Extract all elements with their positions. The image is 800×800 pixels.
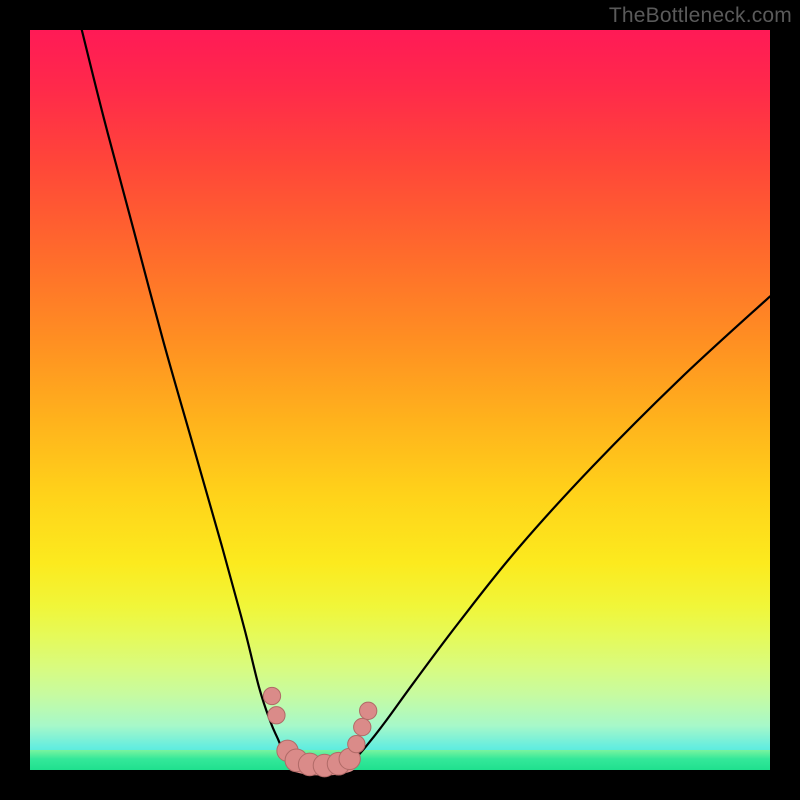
- data-marker: [268, 707, 285, 724]
- curve-left-branch: [82, 30, 297, 764]
- chart-frame: TheBottleneck.com: [0, 0, 800, 800]
- chart-svg: [30, 30, 770, 770]
- data-marker: [263, 687, 280, 704]
- data-marker: [360, 702, 377, 719]
- watermark-text: TheBottleneck.com: [609, 4, 792, 28]
- data-markers: [263, 687, 377, 777]
- curve-right-branch: [348, 296, 770, 764]
- data-marker: [348, 735, 365, 752]
- data-marker: [354, 718, 371, 735]
